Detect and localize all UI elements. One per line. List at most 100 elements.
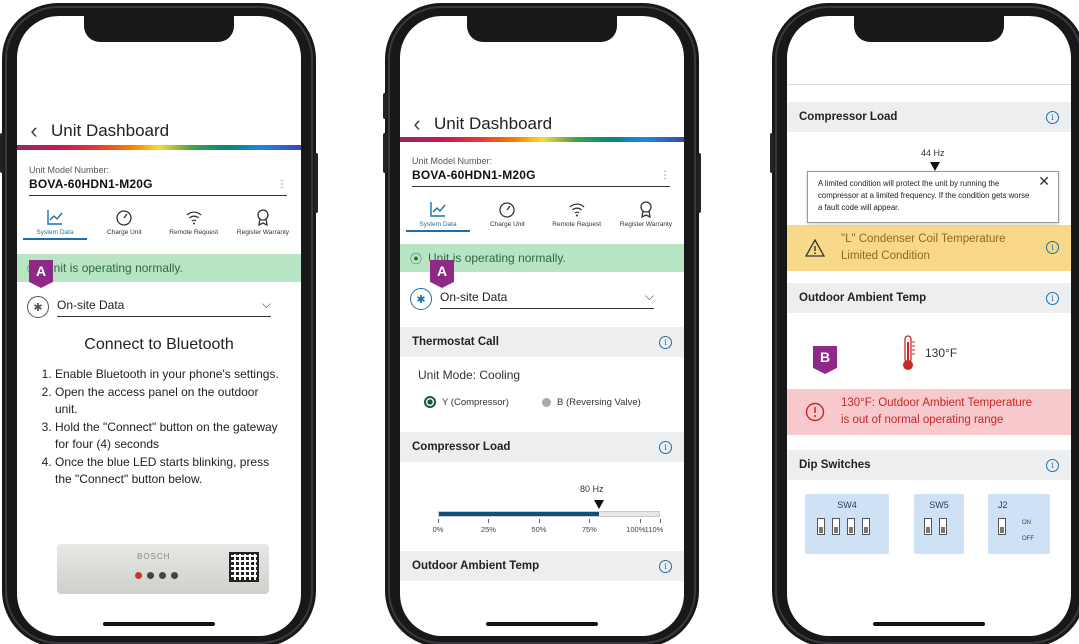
brand-color-bar [17, 145, 301, 150]
radio-selected-icon [424, 396, 436, 408]
radio-label: Y (Compressor) [442, 396, 509, 408]
dip-toggle[interactable] [817, 518, 825, 535]
screen-3: Compressor Load i 44 Hz A limited condit… [787, 16, 1071, 636]
tab-register-warranty[interactable]: Register Warranty [231, 208, 295, 240]
tab-remote-request[interactable]: Remote Request [162, 208, 226, 240]
page-title: Unit Dashboard [434, 114, 553, 133]
back-button[interactable]: ‹ [17, 120, 51, 142]
tab-charge-unit[interactable]: Charge Unit [475, 200, 539, 232]
compressor-section-header: Compressor Load i [787, 102, 1071, 132]
bluetooth-icon: ✱ [410, 288, 432, 310]
section-title: Outdoor Ambient Temp [412, 560, 540, 572]
dip-switch-sw5: SW5 [914, 494, 964, 554]
tab-label: Charge Unit [489, 221, 525, 228]
gauge-pointer-icon [594, 500, 605, 509]
side-button [697, 153, 701, 213]
instruction-list: Enable Bluetooth in your phone's setting… [55, 366, 283, 489]
data-source-row: ✱ On-site Data ⌵ [410, 288, 654, 310]
outdoor-section-header: Outdoor Ambient Temp i [787, 283, 1071, 313]
tab-system-data[interactable]: System Data [406, 200, 470, 232]
tab-label: Register Warranty [619, 221, 673, 228]
instruction-step: Enable Bluetooth in your phone's setting… [55, 366, 283, 384]
bluetooth-icon: ✱ [27, 296, 49, 318]
callout-marker-a: A [29, 260, 53, 288]
home-indicator [873, 622, 985, 626]
jumper-toggle[interactable] [998, 518, 1006, 535]
gauge-tick-mark [589, 519, 591, 523]
dip-toggle[interactable] [832, 518, 840, 535]
gauge-tick-mark [438, 519, 439, 523]
gauge-tick-label: 50% [531, 525, 547, 534]
tab-label: System Data [36, 229, 74, 236]
tab-remote-request[interactable]: Remote Request [545, 200, 609, 232]
dip-toggle[interactable] [924, 518, 932, 535]
info-icon[interactable]: i [659, 440, 672, 454]
tooltip-text: A limited condition will protect the uni… [818, 179, 1030, 212]
instruction-step: Hold the "Connect" button on the gateway… [55, 419, 283, 454]
tab-system-data[interactable]: System Data [23, 208, 87, 240]
unit-mode-text: Unit Mode: Cooling [418, 368, 521, 382]
instruction-step: Open the access panel on the outdoor uni… [55, 384, 283, 419]
notch [854, 16, 1004, 42]
data-source-dropdown[interactable]: On-site Data ⌵ [440, 289, 654, 309]
gauge-value-label: 44 Hz [921, 148, 945, 158]
compressor-gauge [438, 511, 660, 517]
phone-frame-3: Compressor Load i 44 Hz A limited condit… [770, 3, 1079, 644]
gauge-tick-label: 75% [581, 525, 597, 534]
status-banner: ⦿ Unit is operating normally. [17, 254, 301, 282]
warning-triangle-icon [805, 239, 825, 257]
gauge-tick-label: 0% [432, 525, 444, 534]
info-icon[interactable]: i [1046, 291, 1059, 305]
gauge-tick-label: 25% [480, 525, 496, 534]
led-indicator [147, 572, 154, 579]
data-source-dropdown[interactable]: On-site Data ⌵ [57, 297, 271, 317]
close-icon[interactable]: ✕ [1038, 174, 1050, 188]
phone-frame-2: ‹ Unit Dashboard Unit Model Number: BOVA… [383, 3, 701, 644]
dip-toggle[interactable] [862, 518, 870, 535]
warning-line: "L" Condenser Coil Temperature [841, 233, 1006, 245]
status-text: Unit is operating normally. [45, 261, 183, 275]
device-brand-text: BOSCH [137, 552, 171, 561]
home-indicator [486, 622, 598, 626]
dip-toggle[interactable] [939, 518, 947, 535]
more-options-icon[interactable]: ⋮ [277, 179, 287, 190]
info-icon[interactable]: i [1046, 458, 1059, 472]
dip-switches-section-header: Dip Switches i [787, 450, 1071, 480]
line-chart-icon [47, 210, 63, 225]
side-button [0, 133, 4, 173]
award-badge-icon [640, 201, 652, 218]
location-pin-icon: ⦿ [410, 251, 423, 266]
gauge-value-label: 80 Hz [580, 484, 604, 494]
dropdown-value: On-site Data [57, 297, 125, 312]
section-title: Outdoor Ambient Temp [799, 292, 927, 304]
tab-register-warranty[interactable]: Register Warranty [614, 200, 678, 232]
line-chart-icon [430, 202, 446, 217]
outdoor-section-header: Outdoor Ambient Temp i [400, 551, 684, 581]
error-line: 130°F: Outdoor Ambient Temperature [841, 397, 1033, 409]
phone-frame-1: ‹ Unit Dashboard Unit Model Number: BOVA… [0, 3, 318, 644]
gauge-tick-label: 100% [626, 525, 646, 534]
page-title: Unit Dashboard [51, 121, 170, 140]
notch [467, 16, 617, 42]
more-options-icon[interactable]: ⋮ [660, 170, 670, 181]
divider [787, 84, 1071, 85]
brand-color-bar [400, 137, 684, 142]
tab-label: Register Warranty [236, 229, 290, 236]
info-icon[interactable]: i [659, 335, 672, 349]
gauge-tick-mark [488, 519, 490, 523]
info-icon[interactable]: i [659, 559, 672, 573]
gauge-tick-mark [660, 519, 661, 523]
temperature-readout: 130°F [899, 334, 957, 372]
dropdown-value: On-site Data [440, 289, 508, 304]
info-icon[interactable]: i [1046, 241, 1059, 254]
callout-marker-a: A [430, 260, 454, 288]
dip-toggle[interactable] [847, 518, 855, 535]
tab-bar: System Data Charge Unit Remote Request R… [406, 200, 678, 232]
jumper-j2: J2 ON OFF [988, 494, 1050, 554]
info-icon[interactable]: i [1046, 110, 1059, 124]
compressor-section-header: Compressor Load i [400, 432, 684, 462]
award-badge-icon [257, 209, 269, 226]
back-button[interactable]: ‹ [400, 113, 434, 135]
tab-charge-unit[interactable]: Charge Unit [92, 208, 156, 240]
gauge-icon [499, 202, 515, 218]
